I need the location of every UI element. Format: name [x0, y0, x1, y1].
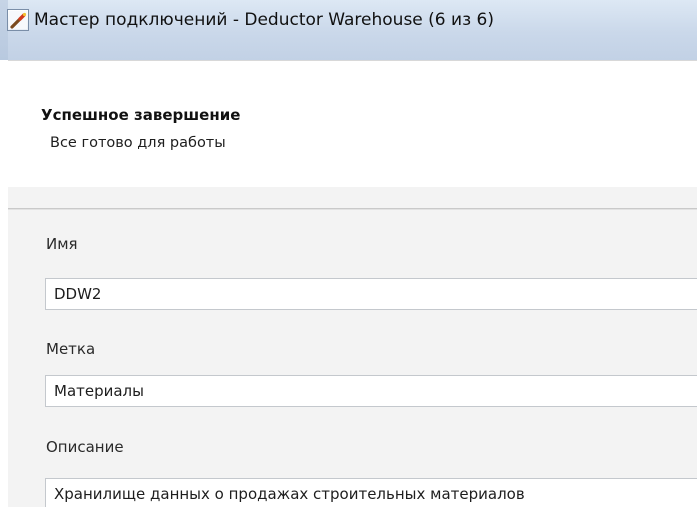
description-field[interactable]: Хранилище данных о продажах строительных…	[45, 478, 697, 507]
wizard-wand-icon[interactable]	[7, 9, 29, 31]
name-field[interactable]: DDW2	[45, 278, 697, 310]
page-subtitle: Все готово для работы	[50, 135, 226, 151]
wizard-body: Успешное завершение Все готово для работ…	[8, 60, 697, 507]
wizard-header: Успешное завершение Все готово для работ…	[8, 60, 697, 187]
description-label: Описание	[46, 438, 124, 456]
wizard-window: Мастер подключений - Deductor Warehouse …	[0, 0, 697, 507]
header-divider	[8, 208, 697, 210]
tag-field[interactable]: Материалы	[45, 375, 697, 407]
tag-label: Метка	[46, 340, 96, 358]
title-bar[interactable]: Мастер подключений - Deductor Warehouse …	[0, 0, 697, 60]
page-title: Успешное завершение	[41, 106, 241, 124]
name-label: Имя	[46, 235, 78, 253]
window-title: Мастер подключений - Deductor Warehouse …	[34, 10, 494, 30]
